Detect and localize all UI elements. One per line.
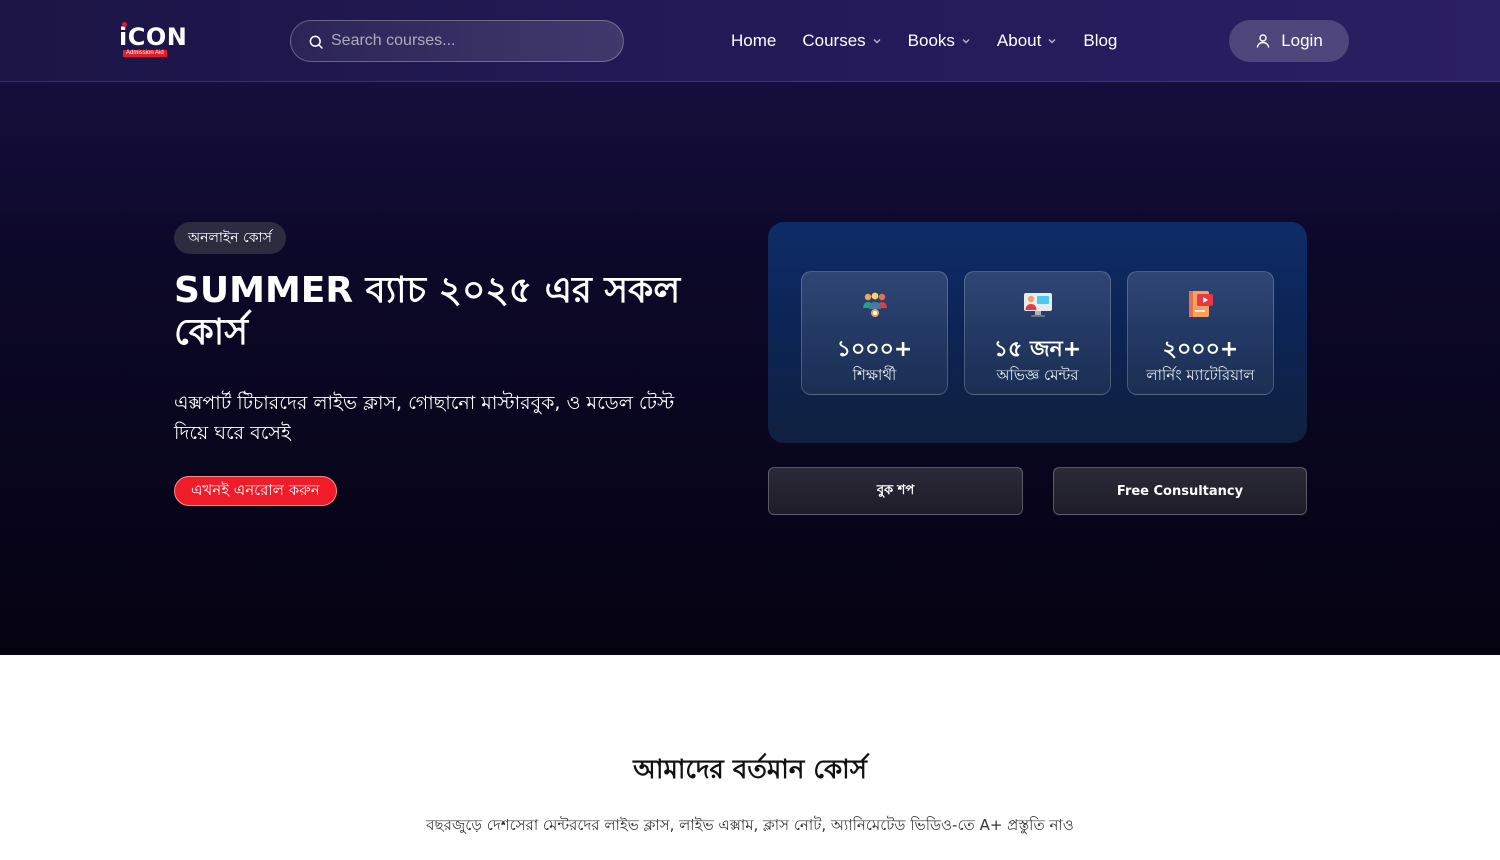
hero-title: SUMMER ব্যাচ ২০২৫ এর সকল কোর্স	[174, 270, 681, 353]
main-nav: Home Courses Books About Blog	[731, 30, 1143, 52]
nav-courses-label: Courses	[802, 31, 866, 50]
search-input[interactable]	[331, 21, 611, 61]
top-navbar: iCON Admission Aid Home Courses Books	[0, 0, 1500, 82]
stats-panel: ১০০০+ শিক্ষার্থী ১৫ জন+ অভিজ্ঞ মেন্টর ২০…	[768, 222, 1307, 443]
enroll-now-button[interactable]: এখনই এনরোল করুন	[174, 476, 337, 506]
chevron-down-icon	[1048, 39, 1056, 44]
students-group-icon	[863, 292, 887, 317]
nav-blog-label: Blog	[1083, 31, 1118, 50]
search-bar	[290, 20, 624, 62]
stat-label: অভিজ্ঞ মেন্টর	[996, 366, 1079, 384]
stat-label: শিক্ষার্থী	[852, 366, 897, 384]
stat-value: ১৫ জন+	[993, 337, 1082, 362]
bookshop-button[interactable]: বুক শপ	[768, 467, 1023, 515]
nav-blog[interactable]: Blog	[1083, 30, 1117, 52]
course-type-badge: অনলাইন কোর্স	[174, 222, 286, 254]
mentor-presentation-icon	[1024, 293, 1052, 317]
nav-about[interactable]: About	[997, 30, 1057, 52]
logo-tagline: Admission Aid	[123, 50, 167, 57]
hero-section: iCON Admission Aid Home Courses Books	[0, 0, 1500, 655]
video-book-icon	[1189, 291, 1213, 317]
stat-value: ২০০০+	[1162, 337, 1239, 362]
nav-books-label: Books	[907, 31, 955, 50]
courses-section-subtitle: বছরজুড়ে দেশসেরা মেন্টরদের লাইভ ক্লাস, ল…	[426, 816, 1074, 834]
hero-description: এক্সপার্ট টিচারদের লাইভ ক্লাস, গোছানো মা…	[174, 392, 675, 444]
search-icon	[309, 35, 323, 49]
nav-home[interactable]: Home	[731, 30, 776, 52]
nav-books[interactable]: Books	[908, 30, 971, 52]
chevron-down-icon	[962, 39, 970, 44]
nav-courses[interactable]: Courses	[802, 30, 881, 52]
courses-section-title: আমাদের বর্তমান কোর্স	[633, 755, 867, 785]
free-consultancy-button[interactable]: Free Consultancy	[1053, 467, 1307, 515]
site-logo[interactable]: iCON Admission Aid	[119, 22, 187, 58]
user-icon	[1256, 34, 1270, 48]
stat-card-mentors: ১৫ জন+ অভিজ্ঞ মেন্টর	[964, 271, 1111, 395]
login-button[interactable]: Login	[1229, 20, 1349, 62]
logo-dot-icon	[122, 22, 127, 27]
stat-card-materials: ২০০০+ লার্নিং ম্যাটেরিয়াল	[1127, 271, 1274, 395]
stat-label: লার্নিং ম্যাটেরিয়াল	[1146, 366, 1255, 384]
login-label: Login	[1281, 31, 1323, 50]
stat-value: ১০০০+	[836, 337, 913, 362]
nav-about-label: About	[996, 31, 1042, 50]
stat-card-students: ১০০০+ শিক্ষার্থী	[801, 271, 948, 395]
nav-home-label: Home	[731, 31, 777, 50]
logo-text: iCON	[119, 23, 188, 51]
chevron-down-icon	[873, 39, 881, 44]
